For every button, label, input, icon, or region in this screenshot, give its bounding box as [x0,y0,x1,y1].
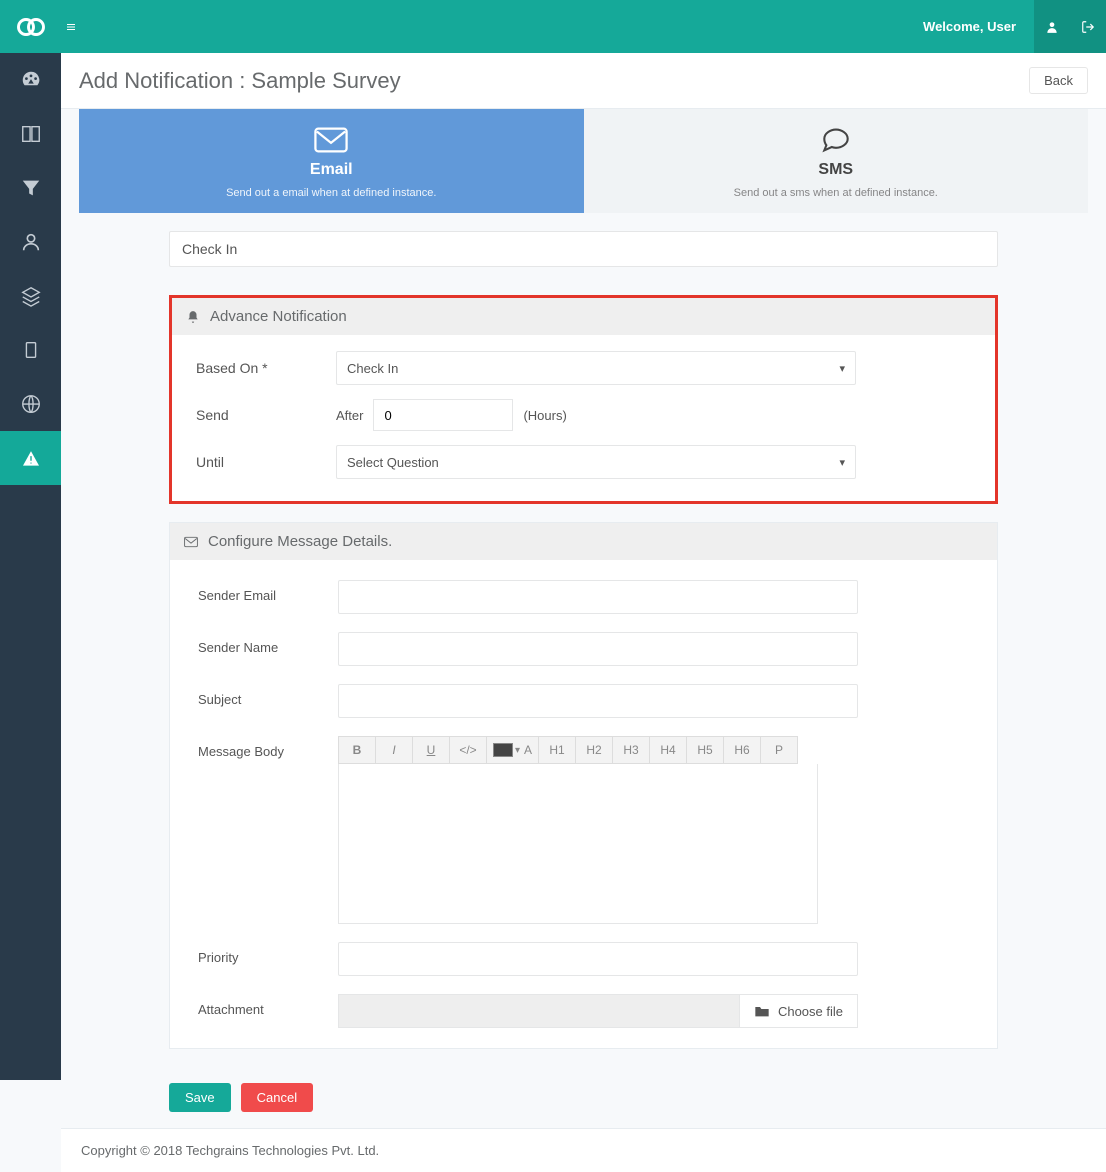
based-on-select[interactable]: Check In [336,351,856,385]
priority-input[interactable] [338,942,858,976]
menu-toggle-button[interactable] [61,21,81,33]
page-header: Add Notification : Sample Survey Back [61,53,1106,109]
configure-panel-header: Configure Message Details. [170,523,997,560]
sidebar [0,53,61,1080]
main-content: Add Notification : Sample Survey Back Em… [61,53,1106,1172]
toolbar-h1[interactable]: H1 [538,736,576,764]
attachment-label: Attachment [198,994,338,1017]
user-menu-button[interactable] [1034,0,1070,53]
toolbar-italic[interactable]: I [375,736,413,764]
toolbar-h4[interactable]: H4 [649,736,687,764]
nav-notifications[interactable] [0,431,61,485]
tab-sms[interactable]: SMS Send out a sms when at defined insta… [584,109,1089,213]
nav-dashboard[interactable] [0,53,61,107]
toolbar-h5[interactable]: H5 [686,736,724,764]
tab-sms-sub: Send out a sms when at defined instance. [734,187,938,199]
book-icon [20,123,42,145]
message-body-editor[interactable] [338,764,818,924]
tablet-icon [20,339,42,361]
warning-icon [20,447,42,469]
nav-layers[interactable] [0,269,61,323]
folder-icon [754,1004,770,1018]
person-icon [20,231,42,253]
subject-input[interactable] [338,684,858,718]
logo-area [0,17,61,37]
editor-toolbar: B I U </> ▾A H1 H2 H3 H4 H5 H6 [338,736,818,764]
hamburger-icon [67,21,75,33]
filter-icon [20,177,42,199]
layers-icon [20,285,42,307]
nav-surveys[interactable] [0,107,61,161]
subject-label: Subject [198,684,338,707]
sender-email-label: Sender Email [198,580,338,603]
save-button[interactable]: Save [169,1083,231,1112]
attachment-path [338,994,739,1028]
nav-tablet[interactable] [0,323,61,377]
advance-panel-header: Advance Notification [172,298,995,335]
back-button[interactable]: Back [1029,67,1088,94]
page-title: Add Notification : Sample Survey [79,68,401,94]
action-buttons: Save Cancel [79,1083,1088,1112]
until-select[interactable]: Select Question [336,445,856,479]
advance-header-text: Advance Notification [210,308,347,325]
toolbar-h3[interactable]: H3 [612,736,650,764]
welcome-text: Welcome, User [905,19,1034,34]
send-hours-input[interactable] [373,399,513,431]
logout-button[interactable] [1070,0,1106,53]
gauge-icon [20,69,42,91]
notification-name-input[interactable] [169,231,998,267]
user-icon [1045,20,1059,34]
until-label: Until [196,454,336,470]
toolbar-underline[interactable]: U [412,736,450,764]
send-suffix: (Hours) [523,408,566,423]
message-body-label: Message Body [198,736,338,759]
toolbar-bold[interactable]: B [338,736,376,764]
toolbar-code[interactable]: </> [449,736,487,764]
bell-icon [186,310,200,324]
globe-icon [20,393,42,415]
based-on-label: Based On * [196,360,336,376]
sender-name-input[interactable] [338,632,858,666]
tab-email-title: Email [79,161,584,179]
cancel-button[interactable]: Cancel [241,1083,313,1112]
tab-sms-title: SMS [584,161,1089,179]
logout-icon [1081,20,1095,34]
nav-settings[interactable] [0,377,61,431]
sender-email-input[interactable] [338,580,858,614]
toolbar-p[interactable]: P [760,736,798,764]
nav-users[interactable] [0,215,61,269]
notification-type-tabs: Email Send out a email when at defined i… [79,109,1088,213]
toolbar-color[interactable]: ▾A [486,736,539,764]
nav-filters[interactable] [0,161,61,215]
toolbar-h2[interactable]: H2 [575,736,613,764]
color-swatch-icon [493,743,513,757]
send-label: Send [196,407,336,423]
envelope-icon [314,127,348,153]
choose-file-button[interactable]: Choose file [739,994,858,1028]
top-bar: Welcome, User [0,0,1106,53]
tab-email-sub: Send out a email when at defined instanc… [226,187,436,199]
send-prefix: After [336,408,363,423]
advance-notification-panel: Advance Notification Based On * Check In… [169,295,998,504]
envelope-small-icon [184,536,198,548]
footer: Copyright © 2018 Techgrains Technologies… [61,1128,1106,1172]
configure-header-text: Configure Message Details. [208,533,392,550]
priority-label: Priority [198,942,338,965]
logo-icon [16,17,46,37]
configure-message-panel: Configure Message Details. Sender Email … [169,522,998,1049]
topbar-right: Welcome, User [905,0,1106,53]
speech-icon [819,127,853,153]
sender-name-label: Sender Name [198,632,338,655]
tab-email[interactable]: Email Send out a email when at defined i… [79,109,584,213]
toolbar-h6[interactable]: H6 [723,736,761,764]
